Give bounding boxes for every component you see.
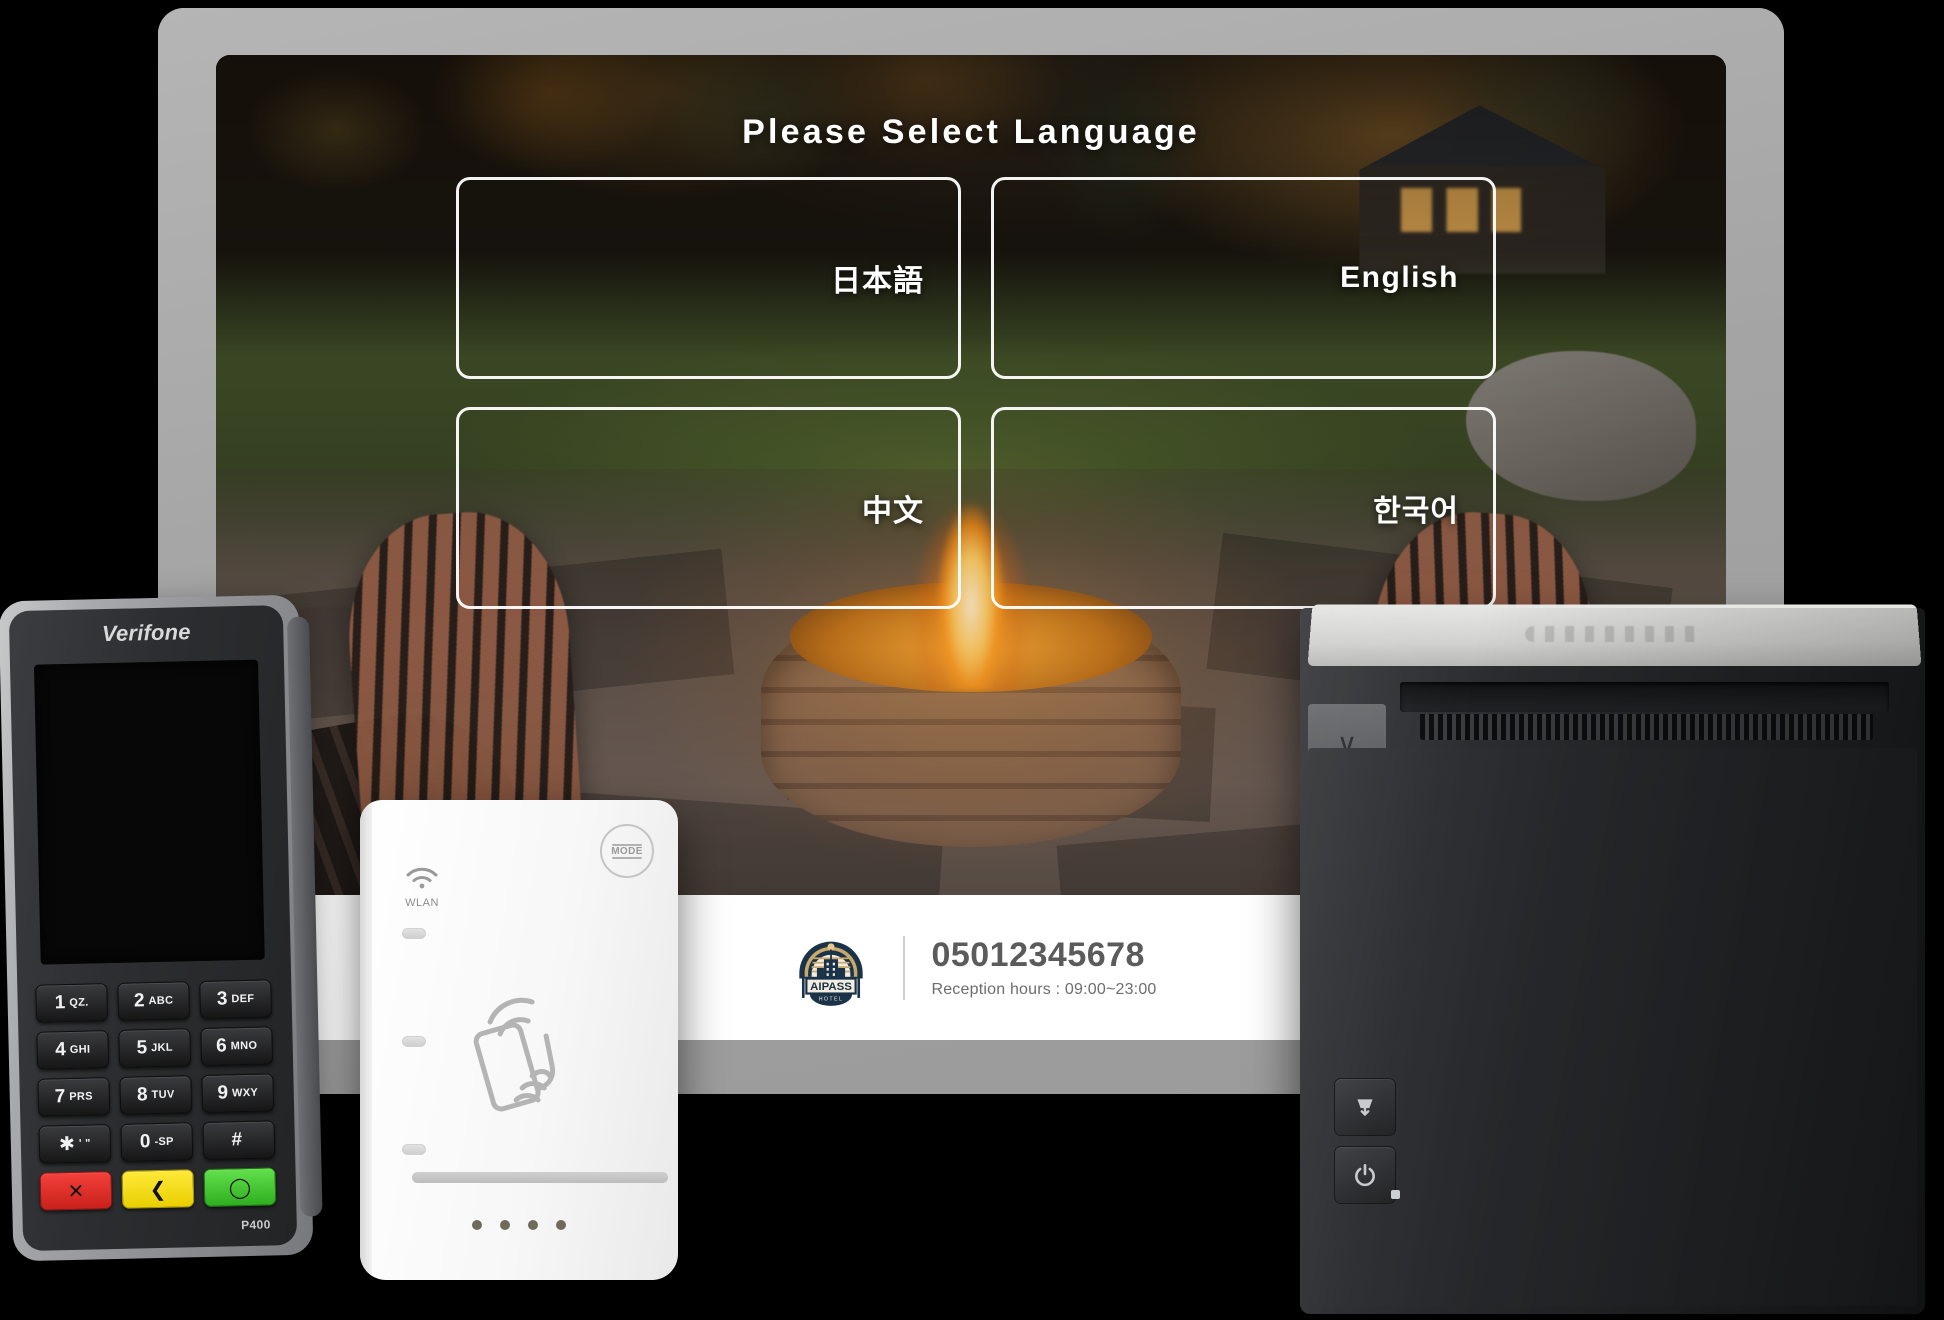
key-digit: 5 bbox=[136, 1037, 148, 1059]
contact-dot bbox=[472, 1220, 482, 1230]
terminal-model-label: P400 bbox=[240, 1217, 271, 1233]
wlan-label: WLAN bbox=[405, 897, 439, 909]
key-digit: 3 bbox=[216, 988, 228, 1010]
language-button-zh[interactable]: 中文 bbox=[456, 407, 961, 609]
reception-contact: 05012345678 Reception hours : 09:00~23:0… bbox=[931, 936, 1156, 999]
kiosk-hardware-scene: Please Select Language 日本語 English 中文 한국… bbox=[0, 0, 1944, 1320]
language-grid: 日本語 English 中文 한국어 bbox=[456, 177, 1496, 609]
key-digit: 9 bbox=[217, 1082, 229, 1104]
status-led-2 bbox=[402, 1036, 426, 1047]
wifi-icon bbox=[406, 867, 438, 889]
backspace-button[interactable]: ❮ bbox=[121, 1169, 195, 1209]
status-led-3 bbox=[402, 1144, 426, 1155]
key-letters: PRS bbox=[69, 1090, 93, 1104]
key-digit: 7 bbox=[54, 1086, 66, 1108]
key-digit: 6 bbox=[215, 1035, 227, 1057]
key-digit: 1 bbox=[54, 992, 66, 1014]
key-letters: ABC bbox=[148, 994, 174, 1008]
contact-dot bbox=[500, 1220, 510, 1230]
keypad-key-asterisk[interactable]: ✱ ' " bbox=[38, 1124, 112, 1164]
paper-feed-button[interactable] bbox=[1334, 1078, 1396, 1136]
wlan-indicator: WLAN bbox=[394, 866, 450, 909]
power-button[interactable] bbox=[1334, 1146, 1400, 1204]
terminal-keypad: 1 QZ. 2 ABC 3 DEF 4 GHI 5 JKL 6 MNO 7 PR… bbox=[35, 979, 277, 1211]
power-icon bbox=[1355, 1163, 1375, 1187]
keypad-key-3[interactable]: 3 DEF bbox=[199, 979, 273, 1020]
printer-paper-exit bbox=[1400, 682, 1889, 712]
thermal-receipt-printer: ∨ bbox=[1300, 604, 1925, 1314]
keypad-key-9[interactable]: 9 WXY bbox=[201, 1073, 275, 1113]
key-letters: -SP bbox=[154, 1135, 174, 1149]
mode-button-label: MODE bbox=[611, 845, 643, 857]
power-led bbox=[1391, 1190, 1400, 1199]
key-letters: GHI bbox=[69, 1043, 91, 1056]
mode-arrow-icon bbox=[612, 856, 642, 859]
key-digit: 2 bbox=[133, 990, 145, 1012]
paper-feed-icon bbox=[1357, 1099, 1373, 1116]
footer-divider bbox=[903, 935, 906, 1000]
key-letters: MNO bbox=[230, 1039, 258, 1053]
printer-tear-bar-teeth bbox=[1420, 714, 1873, 740]
contact-dots bbox=[360, 1220, 678, 1230]
keypad-key-4[interactable]: 4 GHI bbox=[36, 1030, 110, 1070]
keypad-key-8[interactable]: 8 TUV bbox=[119, 1075, 193, 1115]
payment-terminal-verifone-p400: Verifone 1 QZ. 2 ABC 3 DEF 4 GHI 5 JKL 6… bbox=[0, 594, 323, 1262]
printer-lid[interactable] bbox=[1307, 604, 1922, 667]
key-letters: WXY bbox=[231, 1086, 259, 1100]
terminal-display[interactable] bbox=[33, 659, 265, 965]
keypad-key-5[interactable]: 5 JKL bbox=[118, 1028, 192, 1068]
keypad-key-hash[interactable]: # bbox=[202, 1120, 276, 1160]
contact-dot bbox=[528, 1220, 538, 1230]
contact-dot bbox=[556, 1220, 566, 1230]
verifone-brand-label: Verifone bbox=[101, 619, 191, 647]
key-letters: QZ. bbox=[69, 996, 89, 1009]
enter-button[interactable]: ◯ bbox=[203, 1167, 277, 1207]
reader-side-edge bbox=[360, 800, 372, 1280]
keypad-key-1[interactable]: 1 QZ. bbox=[35, 983, 109, 1023]
key-letters: DEF bbox=[231, 992, 255, 1006]
key-letters: JKL bbox=[151, 1041, 173, 1055]
svg-text:HOTEL: HOTEL bbox=[819, 996, 844, 1002]
language-button-ko[interactable]: 한국어 bbox=[991, 407, 1496, 609]
keypad-key-0[interactable]: 0 -SP bbox=[120, 1122, 194, 1162]
key-digit: # bbox=[231, 1129, 243, 1151]
key-letters: TUV bbox=[151, 1088, 175, 1102]
key-digit: 4 bbox=[54, 1039, 67, 1061]
language-button-en[interactable]: English bbox=[991, 177, 1496, 379]
page-title: Please Select Language bbox=[742, 113, 1200, 151]
language-button-ja[interactable]: 日本語 bbox=[456, 177, 961, 379]
nfc-card-reader: MODE WLAN bbox=[360, 800, 678, 1280]
cancel-button[interactable]: ✕ bbox=[39, 1171, 113, 1211]
key-letters: ' " bbox=[78, 1137, 91, 1150]
svg-text:AIPASS: AIPASS bbox=[811, 981, 853, 993]
printer-lid-emboss bbox=[1524, 626, 1705, 642]
keypad-key-2[interactable]: 2 ABC bbox=[117, 981, 191, 1021]
reception-hours: Reception hours : 09:00~23:00 bbox=[931, 981, 1157, 999]
status-led-1 bbox=[402, 928, 426, 939]
reception-phone-number: 05012345678 bbox=[931, 935, 1145, 974]
terminal-faceplate: Verifone 1 QZ. 2 ABC 3 DEF 4 GHI 5 JKL 6… bbox=[8, 605, 298, 1252]
key-digit: ✱ bbox=[58, 1133, 76, 1155]
key-digit: 0 bbox=[139, 1131, 151, 1153]
key-digit: 8 bbox=[136, 1084, 148, 1106]
keypad-key-6[interactable]: 6 MNO bbox=[200, 1026, 274, 1067]
keypad-key-7[interactable]: 7 PRS bbox=[37, 1077, 111, 1117]
printer-front-panel bbox=[1308, 748, 1917, 1306]
aipass-hotel-logo: AIPASS HOTEL bbox=[785, 922, 877, 1014]
tap-card-icon bbox=[460, 970, 588, 1125]
mode-button[interactable]: MODE bbox=[600, 824, 654, 878]
card-slot[interactable] bbox=[412, 1172, 668, 1183]
printer-button-group bbox=[1334, 1078, 1400, 1204]
